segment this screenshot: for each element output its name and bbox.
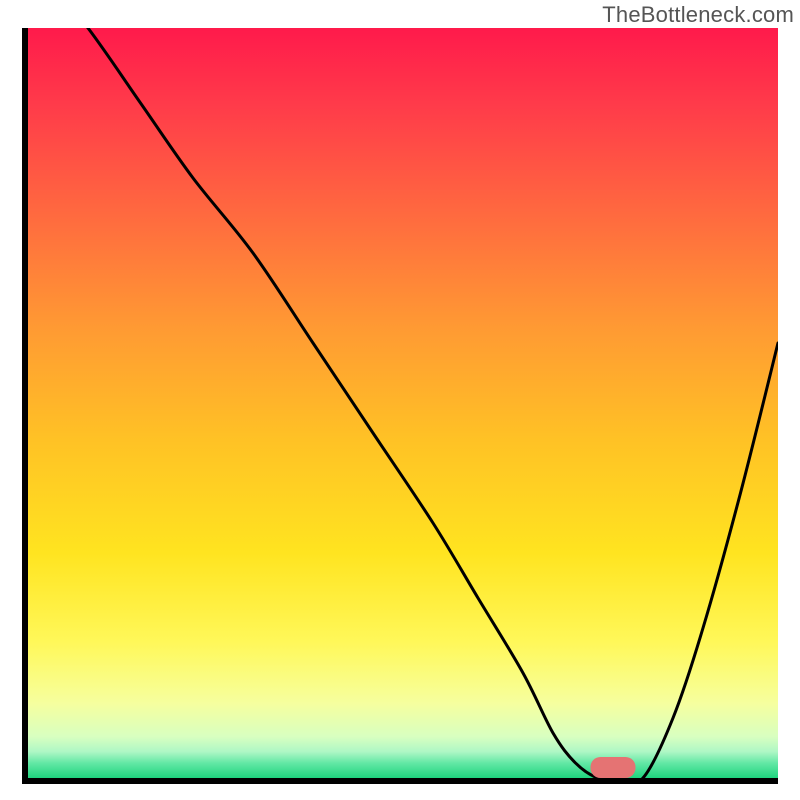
chart-root: TheBottleneck.com: [0, 0, 800, 800]
optimal-marker: [591, 757, 636, 778]
plot-area: [22, 28, 778, 784]
plot-svg: [28, 28, 778, 778]
gradient-background: [28, 28, 778, 778]
watermark-text: TheBottleneck.com: [602, 2, 794, 28]
